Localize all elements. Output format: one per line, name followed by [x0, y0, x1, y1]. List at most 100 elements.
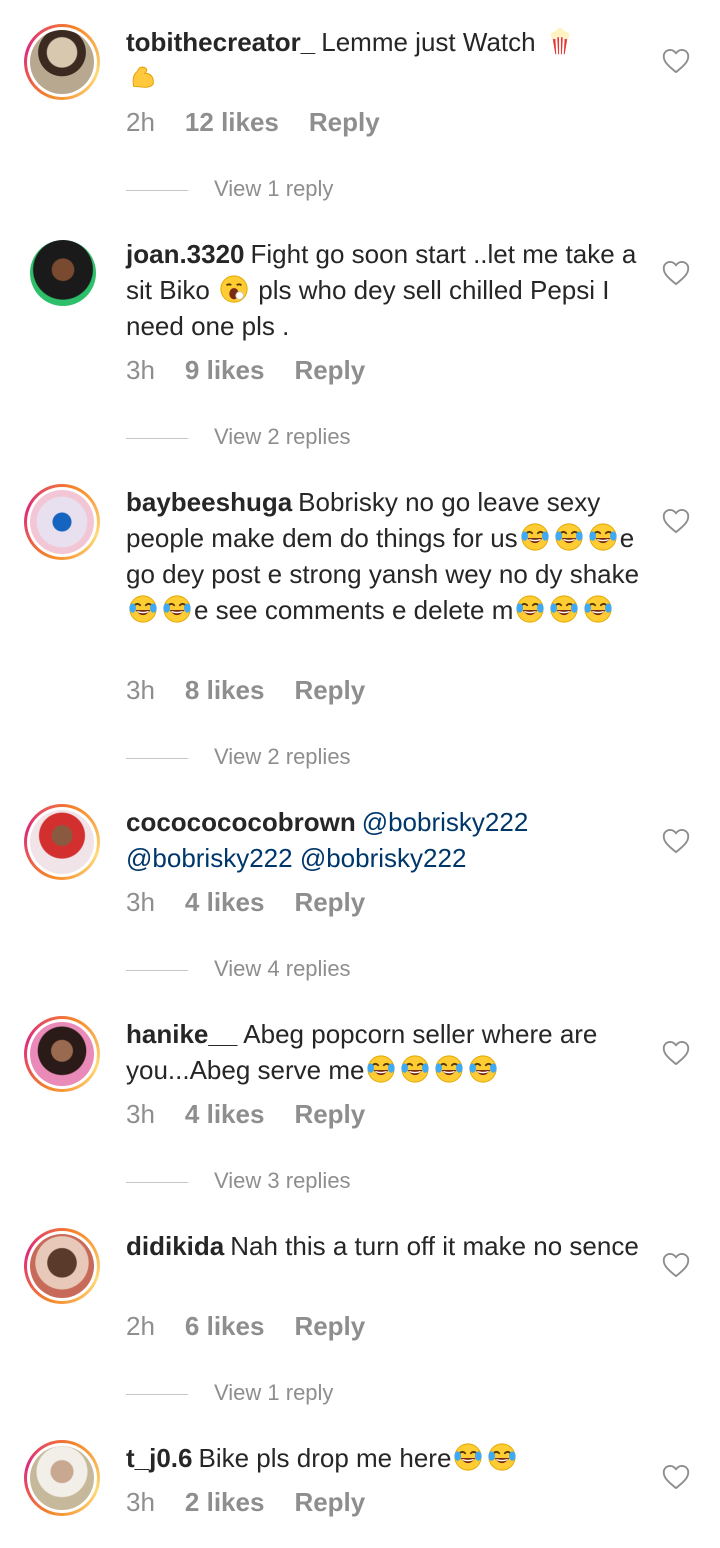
reply-button[interactable]: Reply — [294, 1308, 365, 1344]
comment-time: 2h — [126, 1311, 155, 1341]
avatar[interactable] — [30, 1234, 94, 1298]
flexed-biceps-icon — [132, 66, 154, 88]
heart-outline-icon[interactable] — [662, 48, 690, 74]
comment-meta: 3h 2 likes Reply — [126, 1484, 395, 1520]
yawning-face-icon — [220, 275, 248, 303]
view-replies-link[interactable]: View 2 replies — [126, 742, 351, 772]
avatar-story-ring[interactable] — [24, 1016, 100, 1092]
avatar-story-ring[interactable] — [24, 484, 100, 560]
comment-likes[interactable]: 4 likes — [185, 1096, 265, 1132]
avatar[interactable] — [30, 490, 94, 554]
avatar[interactable] — [30, 1446, 94, 1510]
face-with-tears-of-joy-icon — [468, 1054, 498, 1084]
avatar-story-ring[interactable] — [24, 24, 100, 100]
heart-outline-icon[interactable] — [662, 1040, 690, 1066]
view-replies-label: View 3 replies — [214, 1168, 351, 1193]
comment-time: 3h — [126, 355, 155, 385]
comment-meta: 3h 9 likes Reply — [126, 352, 395, 388]
view-replies-link[interactable]: View 1 reply — [126, 1378, 333, 1408]
avatar[interactable] — [30, 30, 94, 94]
view-replies-link[interactable]: View 4 replies — [126, 954, 351, 984]
comment-meta: 3h 8 likes Reply — [126, 672, 395, 708]
mention-link[interactable]: @bobrisky222 — [126, 843, 293, 873]
face-with-tears-of-joy-icon — [453, 1442, 483, 1472]
comment-time: 3h — [126, 675, 155, 705]
avatar[interactable] — [30, 810, 94, 874]
view-replies-link[interactable]: View 3 replies — [126, 1166, 351, 1196]
divider-line — [126, 189, 188, 191]
divider-line — [126, 1393, 188, 1395]
avatar[interactable] — [30, 240, 96, 306]
face-with-tears-of-joy-icon — [400, 1054, 430, 1084]
comment-username[interactable]: tobithecreator_ — [126, 27, 315, 57]
divider-line — [126, 437, 188, 439]
comment-meta: 2h 6 likes Reply — [126, 1308, 395, 1344]
avatar-story-ring[interactable] — [24, 1228, 100, 1304]
comment-likes[interactable]: 9 likes — [185, 352, 265, 388]
view-replies-label: View 4 replies — [214, 956, 351, 981]
comment-likes[interactable]: 8 likes — [185, 672, 265, 708]
view-replies-link[interactable]: View 1 reply — [126, 174, 333, 204]
comment-body: Bike pls drop me here — [198, 1443, 452, 1473]
face-with-tears-of-joy-icon — [554, 522, 584, 552]
face-with-tears-of-joy-icon — [549, 594, 579, 624]
comment-text: hanike__ Abeg popcorn seller where are yo… — [126, 1016, 646, 1088]
view-replies-label: View 1 reply — [214, 176, 334, 201]
comment-username[interactable]: didikida — [126, 1231, 224, 1261]
comment-text: tobithecreator_ Lemme just Watch — [126, 24, 646, 96]
comment-meta: 3h 4 likes Reply — [126, 1096, 395, 1132]
comment-meta: 3h 4 likes Reply — [126, 884, 395, 920]
comment-time: 2h — [126, 107, 155, 137]
avatar-story-ring[interactable] — [24, 1440, 100, 1516]
face-with-tears-of-joy-icon — [515, 594, 545, 624]
divider-line — [126, 969, 188, 971]
view-replies-label: View 2 replies — [214, 424, 351, 449]
heart-outline-icon[interactable] — [662, 1252, 690, 1278]
face-with-tears-of-joy-icon — [583, 594, 613, 624]
comment-body: Nah this a turn off it make no sence — [230, 1231, 639, 1261]
reply-button[interactable]: Reply — [294, 884, 365, 920]
heart-outline-icon[interactable] — [662, 508, 690, 534]
heart-outline-icon[interactable] — [662, 1464, 690, 1490]
mention-link[interactable]: @bobrisky222 — [300, 843, 467, 873]
popcorn-icon — [550, 27, 570, 55]
heart-outline-icon[interactable] — [662, 828, 690, 854]
reply-button[interactable]: Reply — [309, 104, 380, 140]
comment-meta: 2h 12 likes Reply — [126, 104, 410, 140]
comment-text: cococococobrown @bobrisky222 @bobrisky222… — [126, 804, 646, 876]
face-with-tears-of-joy-icon — [520, 522, 550, 552]
face-with-tears-of-joy-icon — [588, 522, 618, 552]
mention-link[interactable]: @bobrisky222 — [362, 807, 529, 837]
face-with-tears-of-joy-icon — [434, 1054, 464, 1084]
divider-line — [126, 1181, 188, 1183]
avatar[interactable] — [30, 1022, 94, 1086]
comment-likes[interactable]: 2 likes — [185, 1484, 265, 1520]
comment-likes[interactable]: 4 likes — [185, 884, 265, 920]
comment-text: baybeeshuga Bobrisky no go leave sexy peo… — [126, 484, 646, 628]
face-with-tears-of-joy-icon — [128, 594, 158, 624]
face-with-tears-of-joy-icon — [162, 594, 192, 624]
comment-username[interactable]: t_j0.6 — [126, 1443, 193, 1473]
comment-username[interactable]: baybeeshuga — [126, 487, 292, 517]
comment-username[interactable]: hanike__ — [126, 1019, 237, 1049]
comment-body: Lemme just Watch — [321, 27, 536, 57]
comment-time: 3h — [126, 1099, 155, 1129]
comment-time: 3h — [126, 887, 155, 917]
reply-button[interactable]: Reply — [294, 1484, 365, 1520]
heart-outline-icon[interactable] — [662, 260, 690, 286]
comment-body: e see comments e delete m — [194, 595, 514, 625]
comment-username[interactable]: cococococobrown — [126, 807, 356, 837]
reply-button[interactable]: Reply — [294, 672, 365, 708]
comment-likes[interactable]: 6 likes — [185, 1308, 265, 1344]
view-replies-label: View 2 replies — [214, 744, 351, 769]
view-replies-link[interactable]: View 2 replies — [126, 422, 351, 452]
comment-text: didikida Nah this a turn off it make no s… — [126, 1228, 646, 1264]
avatar-story-ring[interactable] — [24, 804, 100, 880]
comment-text: t_j0.6 Bike pls drop me here — [126, 1440, 646, 1476]
reply-button[interactable]: Reply — [294, 352, 365, 388]
face-with-tears-of-joy-icon — [366, 1054, 396, 1084]
view-replies-label: View 1 reply — [214, 1380, 334, 1405]
comment-likes[interactable]: 12 likes — [185, 104, 279, 140]
reply-button[interactable]: Reply — [294, 1096, 365, 1132]
comment-username[interactable]: joan.3320 — [126, 239, 245, 269]
